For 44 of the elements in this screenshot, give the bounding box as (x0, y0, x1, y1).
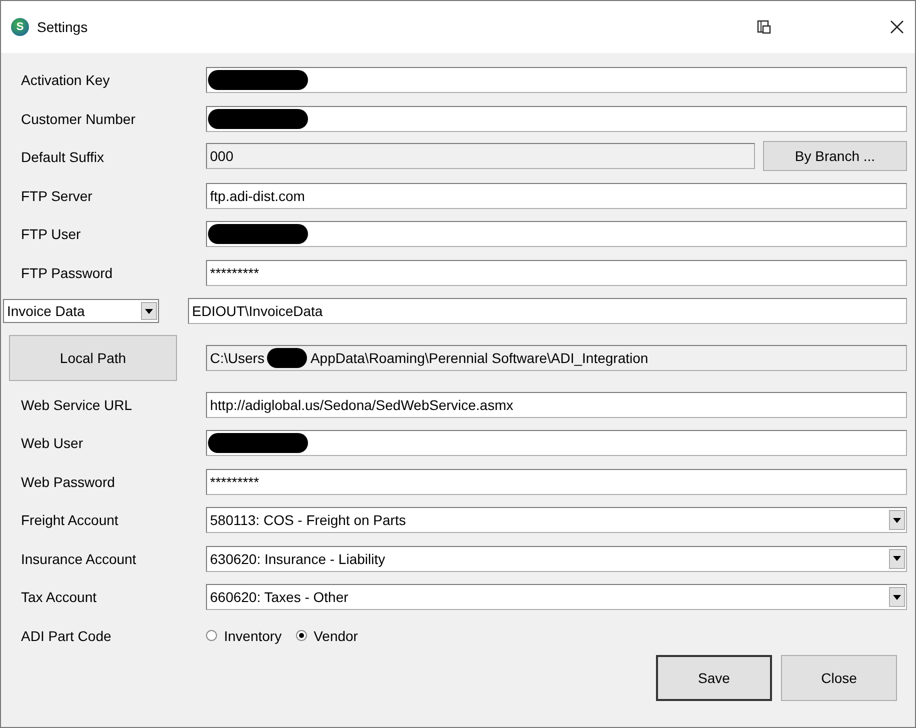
field-label: FTP User (21, 226, 82, 242)
by-branch-button[interactable]: By Branch ... (763, 141, 907, 172)
input-field[interactable]: C:\Users AppData\Roaming\Perennial Software\ADI_Integration (206, 345, 907, 371)
account-dropdown[interactable]: 660620: Taxes - Other (206, 584, 907, 610)
type-dropdown[interactable]: Invoice Data (3, 299, 159, 324)
dropdown-arrow-icon (893, 518, 901, 523)
dropdown-arrow-icon (145, 308, 153, 314)
dialog-button[interactable]: Save (656, 655, 772, 701)
window-title: Settings (37, 19, 89, 35)
input-field[interactable] (206, 430, 907, 456)
dialog-button[interactable]: Close (781, 655, 897, 701)
input-field[interactable]: EDIOUT\InvoiceData (188, 298, 907, 324)
input-field[interactable]: ftp.adi-dist.com (206, 182, 907, 209)
field-label: Web Service URL (21, 396, 134, 413)
input-field[interactable]: http://adiglobal.us/Sedona/SedWebService.asmx (206, 392, 907, 418)
field-label: Tax Account (21, 589, 98, 606)
field-label: FTP Server (21, 188, 94, 204)
input-field[interactable] (206, 106, 907, 132)
radio-option[interactable]: Vendor (296, 628, 358, 644)
field-label: Web Password (21, 474, 116, 490)
input-field[interactable] (206, 221, 907, 248)
field-label: Customer Number (21, 110, 136, 127)
field-label: Web User (21, 435, 84, 452)
input-field[interactable] (206, 67, 907, 94)
field-label: Activation Key (21, 72, 111, 88)
local-path-button[interactable]: Local Path (9, 335, 177, 381)
input-field[interactable]: ********* (206, 468, 907, 495)
field-label: ADI Part Code (21, 628, 112, 644)
dropdown-arrow-icon (893, 594, 901, 600)
account-dropdown[interactable]: 580113: COS - Freight on Parts (206, 507, 907, 534)
input-field[interactable]: 000 (206, 143, 755, 170)
input-field[interactable]: ********* (206, 260, 907, 286)
field-label: Default Suffix (21, 149, 106, 166)
account-dropdown[interactable]: 630620: Insurance - Liability (206, 546, 907, 572)
app-logo: S (11, 18, 29, 36)
field-label: FTP Password (21, 264, 114, 281)
field-label: Freight Account (21, 512, 120, 528)
close-icon[interactable] (889, 19, 905, 35)
radio-option[interactable]: Inventory (206, 628, 282, 644)
radio-icon[interactable] (206, 630, 217, 642)
dropdown-arrow-icon (893, 556, 901, 562)
radio-icon[interactable] (296, 630, 307, 642)
window-mode-icon[interactable] (757, 20, 771, 34)
field-label: Insurance Account (21, 550, 138, 567)
